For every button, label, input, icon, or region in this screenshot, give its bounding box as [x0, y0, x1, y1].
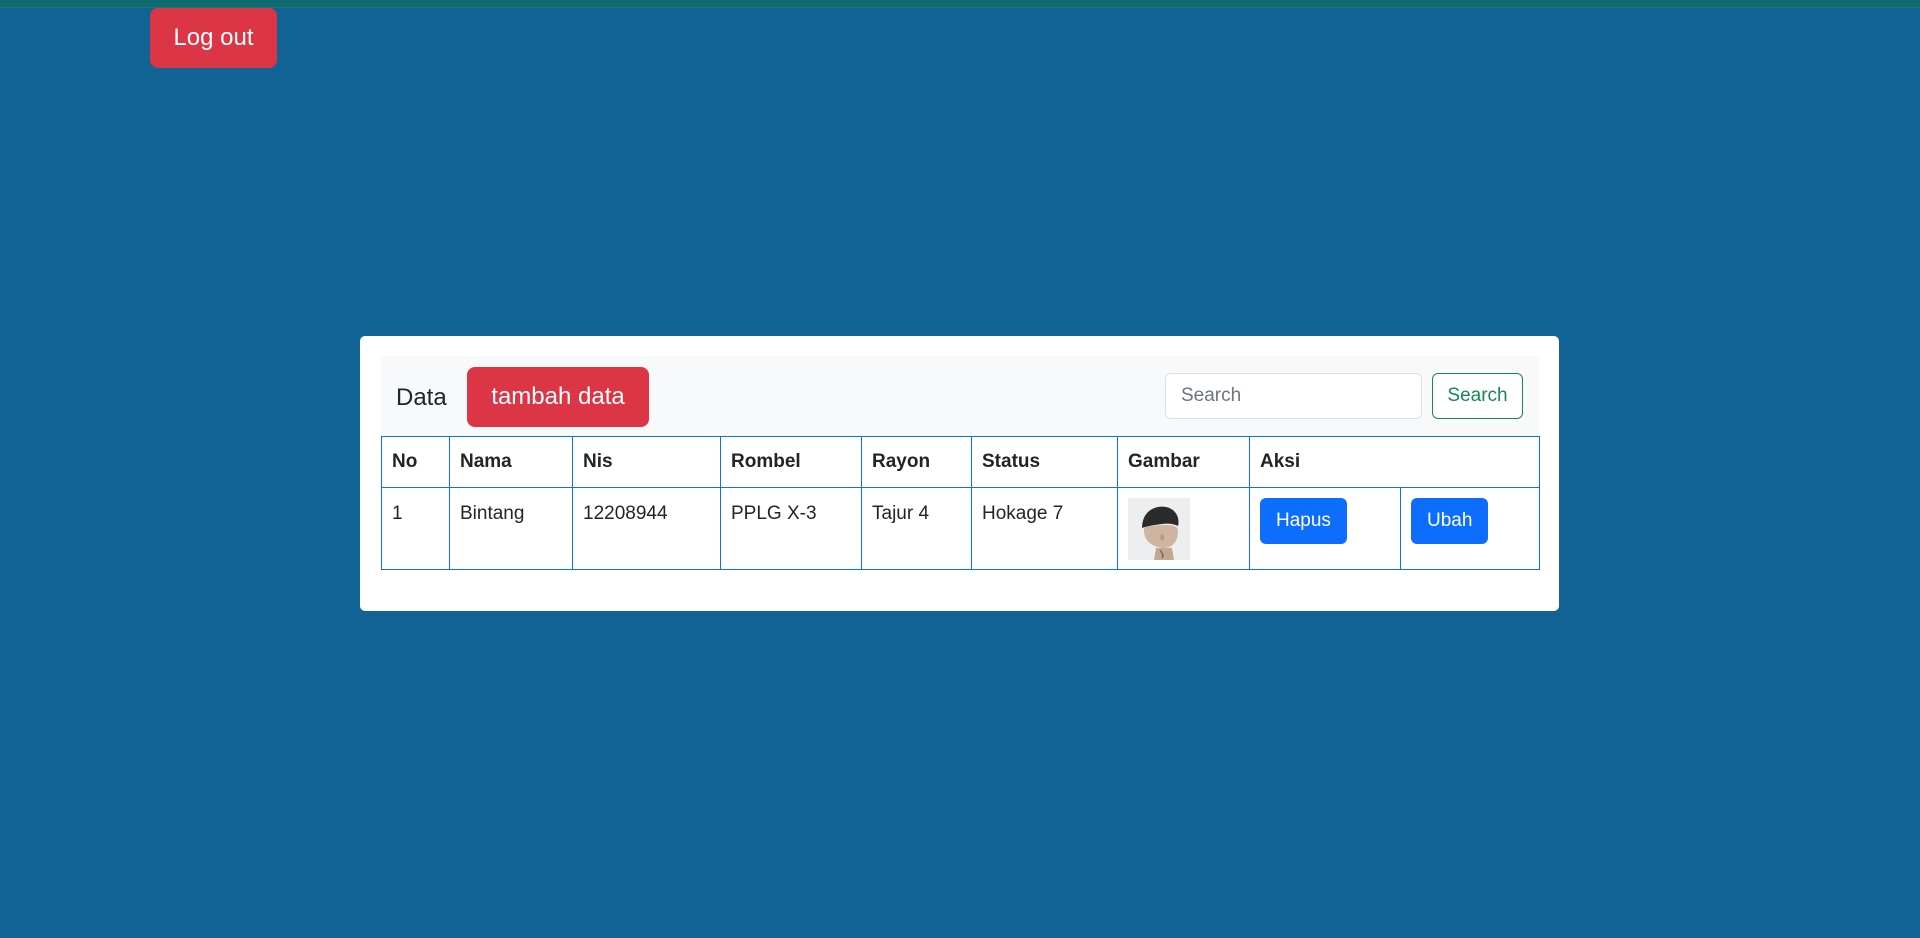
data-card: Data tambah data Search No Nama Nis Romb… [360, 336, 1559, 611]
table-header-row: No Nama Nis Rombel Rayon Status Gambar A… [381, 436, 1541, 488]
column-header-nis: Nis [572, 436, 721, 488]
logout-button[interactable]: Log out [150, 8, 277, 68]
column-header-gambar: Gambar [1117, 436, 1250, 488]
cell-status: Hokage 7 [971, 487, 1118, 570]
column-header-no: No [381, 436, 450, 488]
column-header-rayon: Rayon [861, 436, 972, 488]
cell-nama: Bintang [449, 487, 573, 570]
delete-button[interactable]: Hapus [1260, 498, 1347, 544]
table-row: 1 Bintang 12208944 PPLG X-3 Tajur 4 Hoka… [381, 487, 1541, 570]
cell-edit-action: Ubah [1399, 487, 1541, 570]
column-header-rombel: Rombel [720, 436, 862, 488]
cell-gambar [1117, 487, 1250, 570]
search-button[interactable]: Search [1432, 373, 1523, 419]
cell-delete-action: Hapus [1249, 487, 1401, 570]
student-table: No Nama Nis Rombel Rayon Status Gambar A… [381, 436, 1541, 570]
column-header-nama: Nama [449, 436, 573, 488]
student-photo [1128, 498, 1190, 560]
column-header-status: Status [971, 436, 1118, 488]
search-input[interactable] [1165, 373, 1422, 419]
cell-nis: 12208944 [572, 487, 721, 570]
navbar: Data tambah data Search [381, 356, 1539, 436]
top-strip [0, 0, 1920, 8]
cell-no: 1 [381, 487, 450, 570]
cell-rayon: Tajur 4 [861, 487, 972, 570]
cell-rombel: PPLG X-3 [720, 487, 862, 570]
navbar-brand: Data [396, 384, 447, 411]
add-data-button[interactable]: tambah data [467, 367, 649, 427]
edit-button[interactable]: Ubah [1411, 498, 1489, 544]
column-header-aksi: Aksi [1248, 436, 1541, 488]
